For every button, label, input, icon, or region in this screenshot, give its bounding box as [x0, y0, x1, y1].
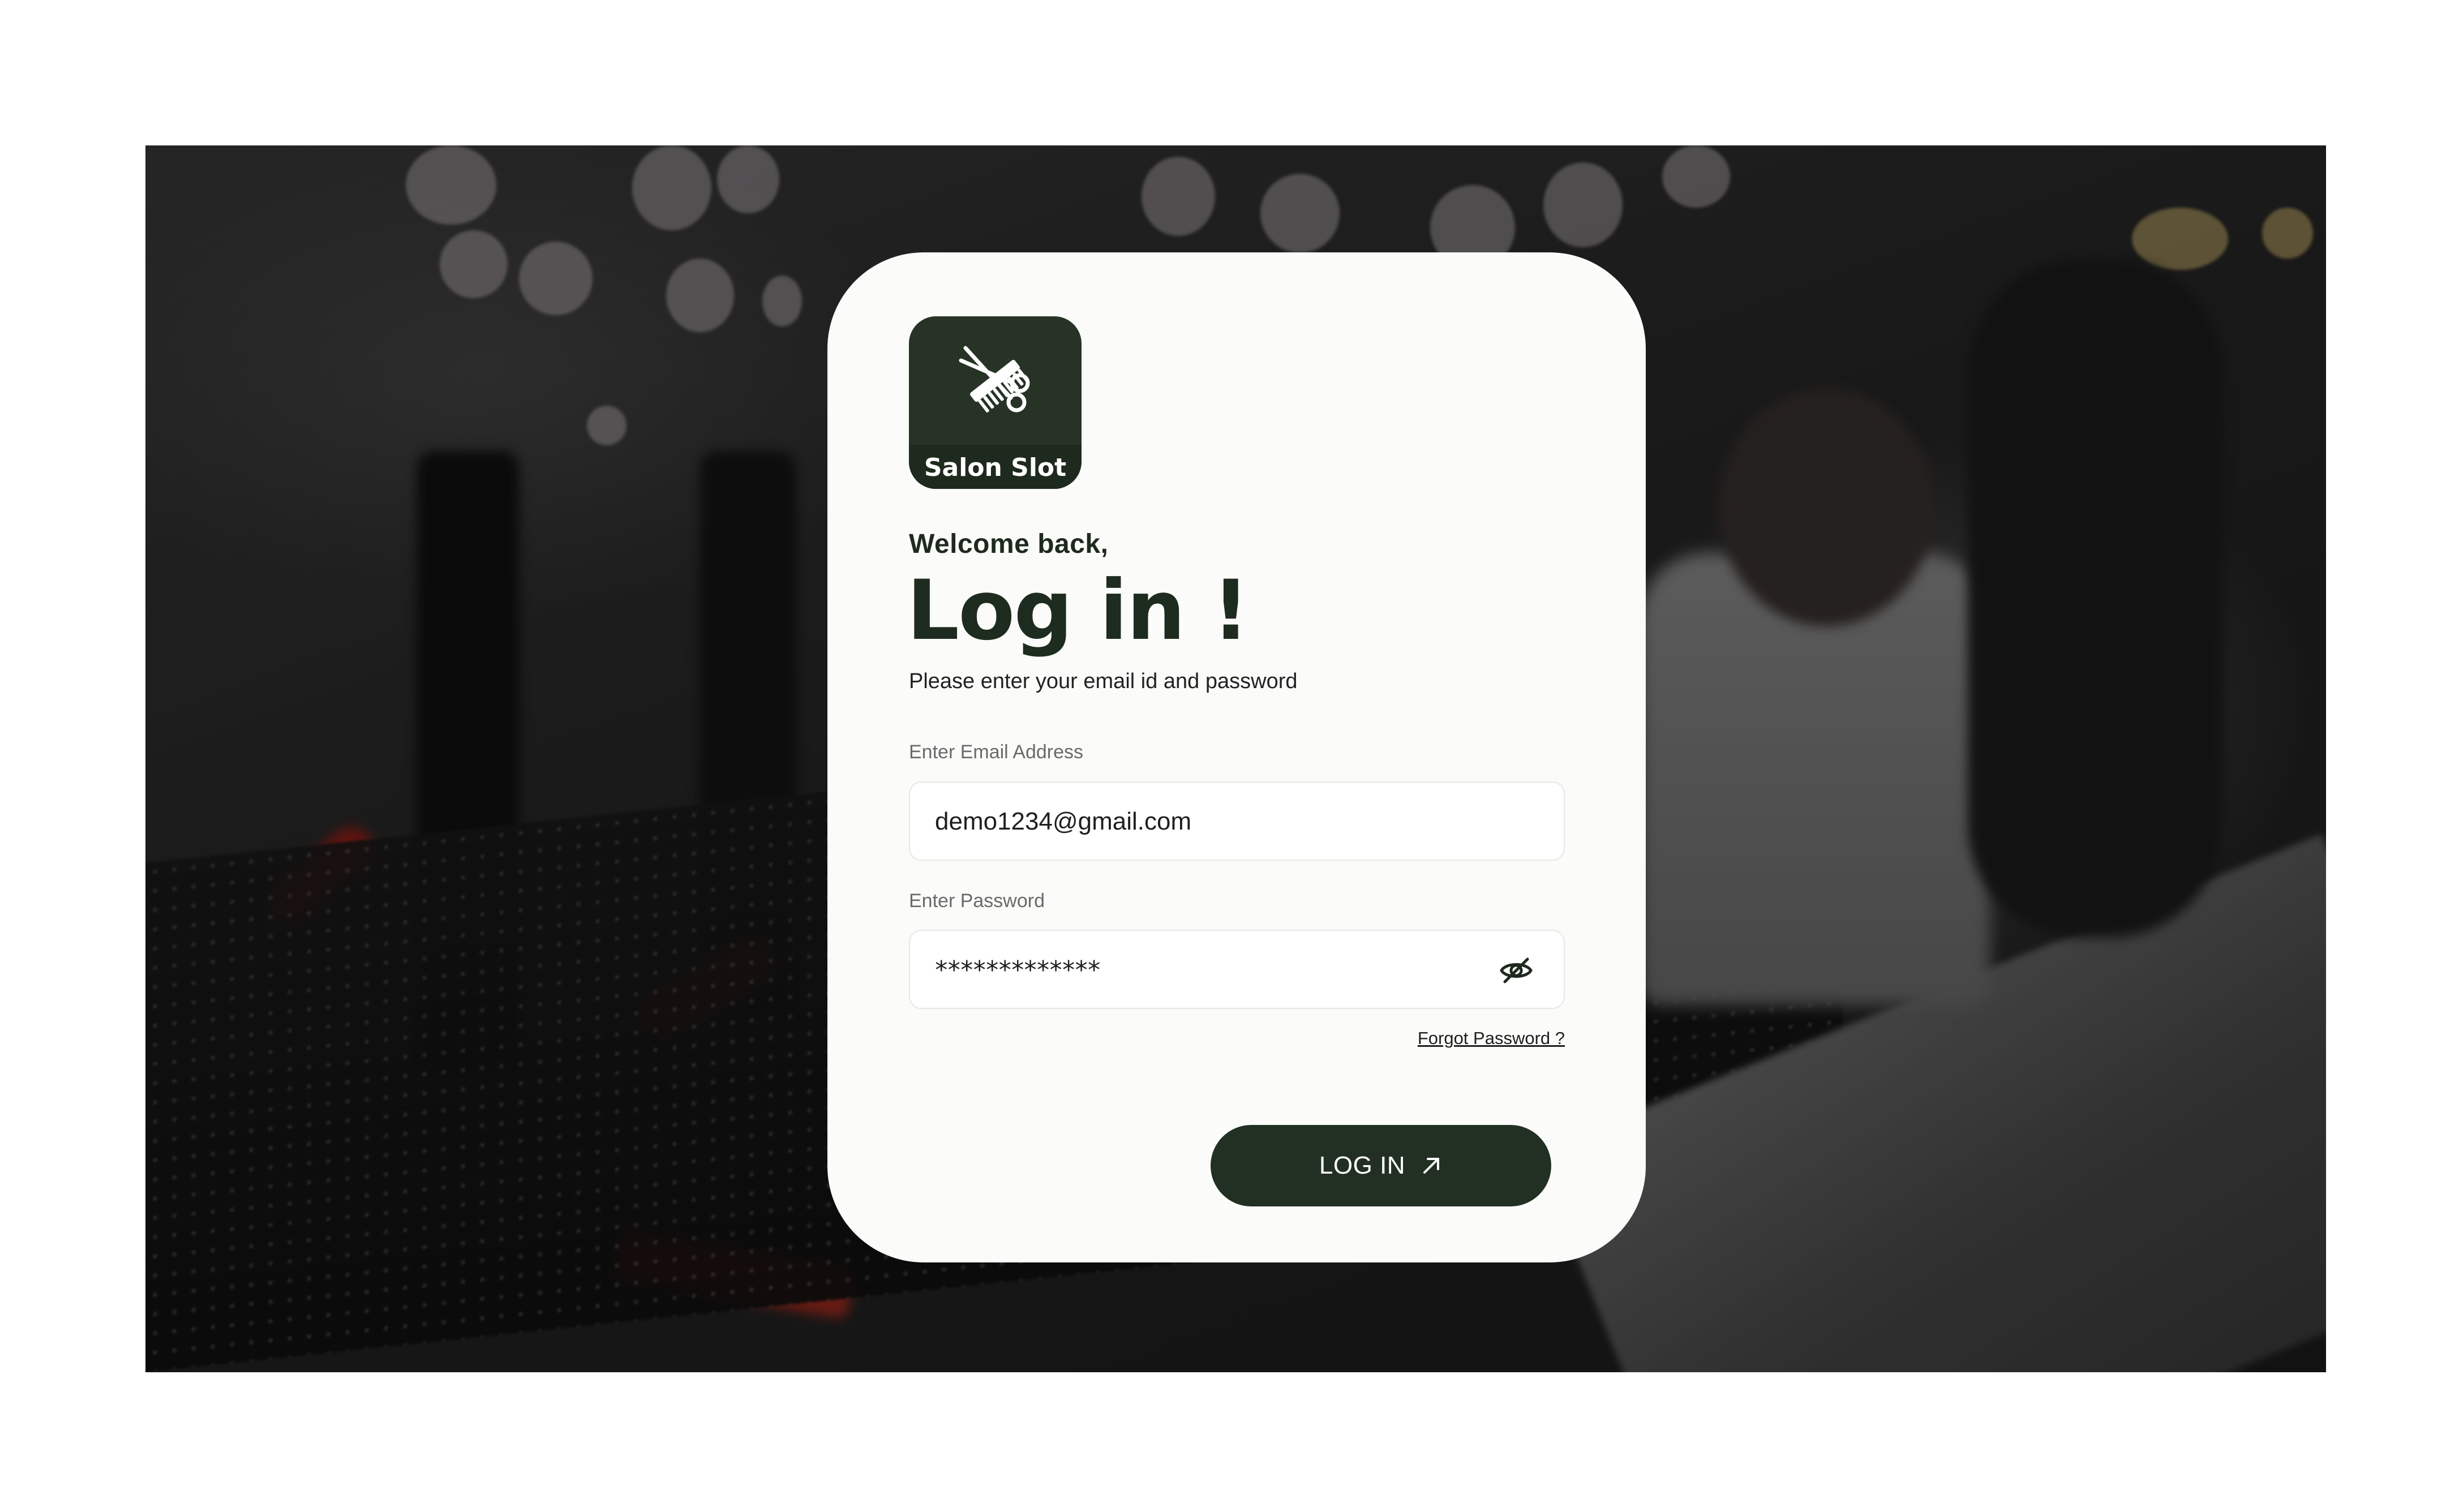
password-field[interactable]: *************: [909, 930, 1565, 1009]
login-card: Salon Slot Welcome back, Log in ! Please…: [827, 252, 1646, 1262]
login-button-label: LOG IN: [1319, 1152, 1406, 1179]
welcome-text: Welcome back,: [909, 529, 1109, 559]
scissors-comb-icon: [959, 346, 1030, 413]
password-label: Enter Password: [909, 890, 1045, 912]
brand-logo: Salon Slot: [909, 316, 1082, 489]
eye-off-icon[interactable]: [1498, 952, 1534, 989]
brand-name: Salon Slot: [924, 453, 1067, 482]
arrow-up-right-icon: [1423, 1158, 1440, 1174]
email-field[interactable]: [934, 783, 1502, 861]
login-button[interactable]: LOG IN: [1211, 1125, 1551, 1206]
page-title: Log in !: [907, 562, 1250, 659]
email-label: Enter Email Address: [909, 741, 1084, 763]
background-photo: Salon Slot Welcome back, Log in ! Please…: [145, 145, 2326, 1372]
forgot-password-link[interactable]: Forgot Password ?: [1418, 1028, 1565, 1049]
email-field-container: [909, 781, 1565, 861]
page-subtitle: Please enter your email id and password: [909, 669, 1298, 693]
password-value: *************: [934, 956, 1101, 985]
